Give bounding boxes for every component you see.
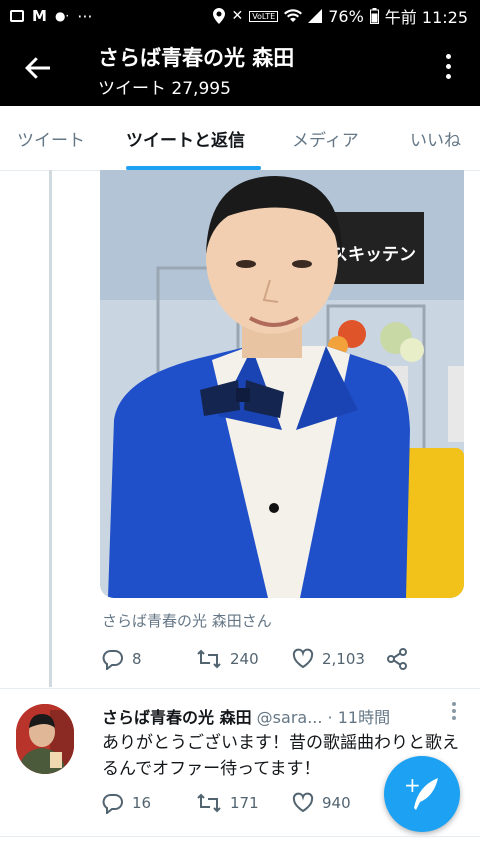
author-handle[interactable]: @sara... [257,708,323,727]
app-notification-icon: ●· [54,9,70,23]
tab-tweets[interactable]: ツイート [17,126,85,151]
mute-icon: ✕ [231,8,244,24]
like-icon[interactable] [292,648,314,670]
back-arrow-icon[interactable] [22,52,54,84]
retweet-icon[interactable] [196,648,222,670]
media-tweet-actions: 8 240 2,103 [0,648,480,676]
share-icon[interactable] [386,648,408,670]
thread-connector-line [49,170,52,687]
reply-icon[interactable] [102,792,124,814]
profile-tabs: ツイート ツイートと返信 メディア いいね [0,106,480,171]
list-divider [0,836,480,837]
more-notifications-icon: ··· [77,6,93,26]
reply-tweet-header: さらば青春の光 森田 @sara... · 11時間 [102,704,390,728]
tab-tweets-and-replies[interactable]: ツイートと返信 [126,126,245,151]
compose-feather-icon: + [404,773,438,810]
like-count: 940 [322,794,351,812]
gmail-notification-icon: M [32,7,47,25]
tweet-photo[interactable]: ミスキッテン [100,170,464,598]
gallery-notification-icon [10,10,24,22]
volte-icon: VoLTE [249,10,279,22]
status-bar: M ●· ··· ✕ VoLTE 76% 午前 11:25 [0,0,480,32]
tab-media[interactable]: メディア [292,126,359,151]
profile-name-title: さらば青春の光 森田 [98,46,295,70]
retweet-count: 171 [230,794,259,812]
like-icon[interactable] [292,792,314,814]
compose-tweet-button[interactable]: + [384,756,460,832]
avatar-image [16,704,74,774]
app-bar: さらば青春の光 森田 ツイート 27,995 [0,32,480,106]
retweet-count: 240 [230,650,259,668]
reply-count: 8 [132,650,142,668]
tweet-photo-image: ミスキッテン [100,170,464,598]
tweet-more-icon[interactable] [452,702,456,723]
battery-icon [369,8,379,24]
signal-icon [308,9,323,23]
battery-percent: 76% [328,6,364,26]
more-options-icon[interactable] [446,54,452,84]
tweet-divider [0,688,480,689]
author-name[interactable]: さらば青春の光 森田 [102,708,252,727]
retweet-icon[interactable] [196,792,222,814]
wifi-icon [284,9,303,22]
tweet-count: ツイート 27,995 [98,79,231,99]
like-count: 2,103 [322,650,365,668]
location-icon [213,8,226,24]
avatar[interactable] [16,704,74,774]
photo-caption: さらば青春の光 森田さん [102,612,272,630]
svg-text:+: + [404,773,421,797]
reply-count: 16 [132,794,152,812]
tweet-time: · 11時間 [327,708,391,727]
clock: 午前 11:25 [384,8,468,27]
reply-icon[interactable] [102,648,124,670]
tab-likes[interactable]: いいね [410,126,461,151]
